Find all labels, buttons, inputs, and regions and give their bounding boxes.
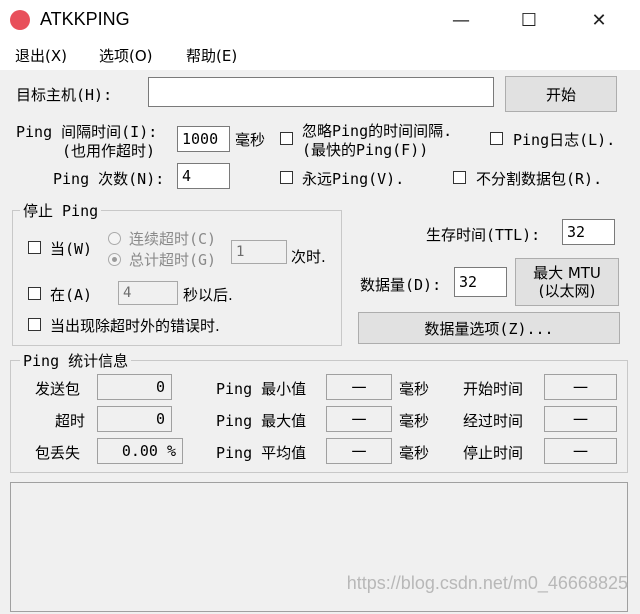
ping-avg-label: Ping 平均值 (216, 444, 307, 462)
ignore-interval-sublabel: (最快的Ping(F)) (302, 141, 429, 159)
no-fragment-checkbox[interactable] (453, 171, 466, 184)
stats-legend: Ping 统计信息 (20, 350, 132, 371)
ping-log-checkbox[interactable] (490, 132, 503, 145)
total-timeout-radio[interactable] (108, 253, 121, 266)
ignore-interval-label: 忽略Ping的时间间隔. (302, 122, 453, 140)
ttl-input[interactable]: 32 (562, 219, 615, 245)
interval-input[interactable]: 1000 (177, 126, 230, 152)
seconds-suffix: 秒以后. (183, 286, 233, 304)
ping-min-label: Ping 最小值 (216, 380, 307, 398)
menu-help[interactable]: 帮助(E) (186, 45, 237, 66)
ping-avg-unit: 毫秒 (399, 444, 430, 462)
total-timeout-label: 总计超时(G) (129, 251, 217, 269)
start-time-label: 开始时间 (463, 380, 524, 398)
menu-options[interactable]: 选项(O) (99, 45, 153, 66)
start-time-value: 一 (544, 374, 617, 400)
timeout-stat-label: 超时 (55, 412, 86, 430)
max-mtu-label: 最大 MTU (533, 264, 601, 282)
ttl-label: 生存时间(TTL): (426, 226, 541, 244)
ping-count-input[interactable]: 4 (177, 163, 230, 189)
target-host-label: 目标主机(H): (16, 86, 113, 104)
stop-at-checkbox[interactable] (28, 287, 41, 300)
start-button[interactable]: 开始 (505, 76, 617, 112)
close-button[interactable]: ✕ (576, 0, 622, 40)
sent-label: 发送包 (35, 380, 81, 398)
stop-time-value: 一 (544, 438, 617, 464)
interval-unit: 毫秒 (235, 131, 266, 149)
ignore-interval-checkbox[interactable] (280, 132, 293, 145)
datasize-options-button[interactable]: 数据量选项(Z)... (358, 312, 620, 344)
maximize-button[interactable]: ☐ (506, 0, 552, 40)
stop-at-label: 在(A) (50, 286, 93, 304)
stop-on-error-label: 当出现除超时外的错误时. (50, 317, 220, 335)
stop-ping-legend: 停止 Ping (20, 200, 102, 221)
no-fragment-label: 不分割数据包(R). (476, 170, 603, 188)
seconds-input[interactable]: 4 (118, 281, 178, 305)
stop-on-error-checkbox[interactable] (28, 318, 41, 331)
ping-log-label: Ping日志(L). (513, 131, 616, 149)
timeout-stat-value: 0 (97, 406, 172, 432)
menu-bar (0, 40, 640, 70)
ping-min-value: 一 (326, 374, 392, 400)
ping-min-unit: 毫秒 (399, 380, 430, 398)
times-suffix: 次时. (291, 248, 326, 266)
loss-value: 0.00 % (97, 438, 183, 464)
consecutive-timeout-label: 连续超时(C) (129, 230, 217, 248)
minimize-button[interactable]: — (438, 0, 484, 40)
consecutive-timeout-radio[interactable] (108, 232, 121, 245)
interval-label: Ping 间隔时间(I): (16, 123, 158, 141)
menu-exit[interactable]: 退出(X) (15, 45, 67, 66)
forever-ping-label: 永远Ping(V). (302, 170, 405, 188)
watermark: https://blog.csdn.net/m0_46668825 (346, 573, 628, 593)
elapsed-time-value: 一 (544, 406, 617, 432)
loss-label: 包丢失 (35, 444, 81, 462)
ping-max-label: Ping 最大值 (216, 412, 307, 430)
forever-ping-checkbox[interactable] (280, 171, 293, 184)
stop-when-label: 当(W) (50, 240, 93, 258)
stop-time-label: 停止时间 (463, 444, 524, 462)
ping-avg-value: 一 (326, 438, 392, 464)
sent-value: 0 (97, 374, 172, 400)
target-host-input[interactable] (148, 77, 494, 107)
app-icon (10, 10, 30, 30)
ping-max-unit: 毫秒 (399, 412, 430, 430)
datasize-label: 数据量(D): (360, 276, 442, 294)
datasize-input[interactable]: 32 (454, 267, 507, 297)
max-mtu-button[interactable]: 最大 MTU (以太网) (515, 258, 619, 306)
timeout-count-input[interactable]: 1 (231, 240, 287, 264)
max-mtu-sublabel: (以太网) (538, 282, 596, 300)
ping-max-value: 一 (326, 406, 392, 432)
window-title: ATKKPING (40, 9, 130, 29)
stop-when-checkbox[interactable] (28, 241, 41, 254)
interval-sublabel: (也用作超时) (62, 142, 156, 160)
ping-count-label: Ping 次数(N): (53, 170, 165, 188)
elapsed-time-label: 经过时间 (463, 412, 524, 430)
